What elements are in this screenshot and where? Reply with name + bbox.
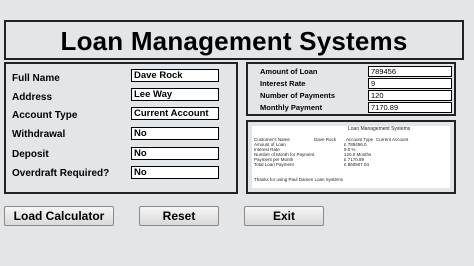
rate-field[interactable]: 9 [368,78,452,89]
reset-button[interactable]: Reset [139,206,219,226]
receipt-text-area[interactable]: Loan Management Systems Customer's Name … [252,126,450,188]
receipt-col1-val: Dave Rock [314,137,337,142]
monthly-label: Monthly Payment [260,103,323,112]
full-name-label: Full Name [12,73,60,84]
receipt-panel: Loan Management Systems Customer's Name … [246,120,456,194]
full-name-field[interactable]: Dave Rock [131,69,219,82]
address-field[interactable]: Lee Way [131,88,219,101]
amount-field[interactable]: 789456 [368,66,452,77]
amount-label: Amount of Loan [260,67,318,76]
exit-button[interactable]: Exit [244,206,324,226]
load-calculator-button[interactable]: Load Calculator [4,206,114,226]
account-type-field[interactable]: Current Account [131,107,219,120]
customer-panel: Full Name Dave Rock Address Lee Way Acco… [4,62,238,194]
receipt-heading: Loan Management Systems [348,126,411,132]
withdrawal-label: Withdrawal [12,129,66,140]
overdraft-field[interactable]: No [131,166,219,179]
receipt-col2-val: Current Account [376,137,409,142]
deposit-label: Deposit [12,149,49,160]
payments-field[interactable]: 120 [368,90,452,101]
receipt-row-label: Total Loan Payment [254,162,294,167]
address-label: Address [12,92,53,103]
payments-label: Number of Payments [260,91,336,100]
withdrawal-field[interactable]: No [131,127,219,140]
account-type-label: Account Type [12,110,78,121]
monthly-field[interactable]: 7170.89 [368,102,452,113]
overdraft-label: Overdraft Required? [12,168,110,179]
title-panel: Loan Management Systems [4,20,464,60]
rate-label: Interest Rate [260,79,306,88]
receipt-footer: Thanks for using Paul Damen Loan Systems [254,177,344,182]
page-title: Loan Management Systems [60,26,408,56]
receipt-row-value: £ 860507.04 [344,162,370,167]
deposit-field[interactable]: No [131,147,219,160]
loan-panel: Amount of Loan 789456 Interest Rate 9 Nu… [246,62,456,116]
